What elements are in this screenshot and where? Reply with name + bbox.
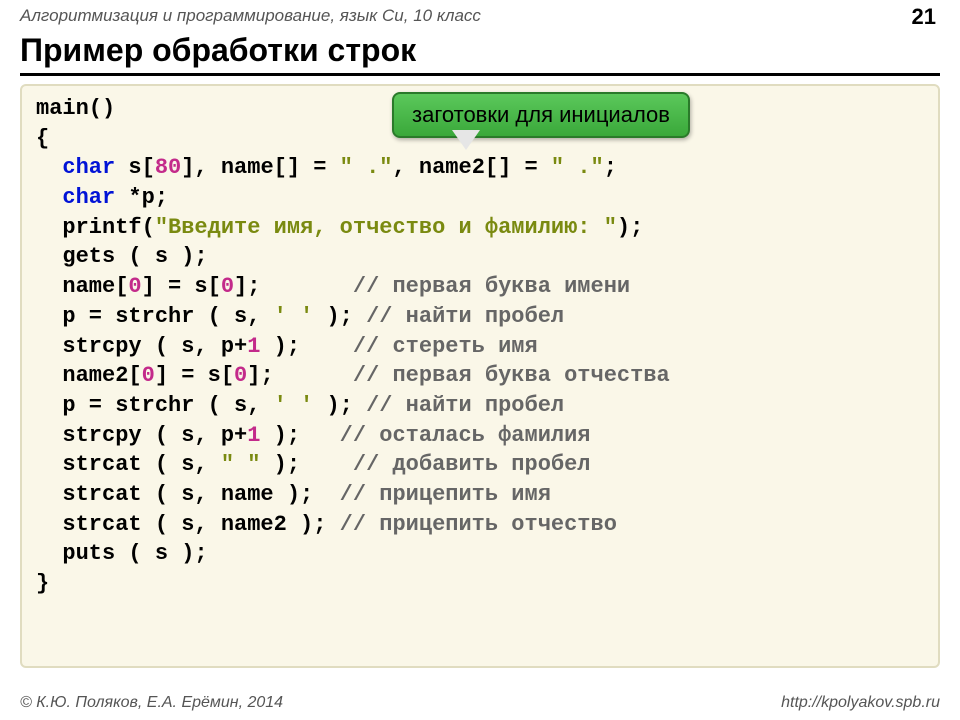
code-line: main() xyxy=(36,96,115,121)
slide-title: Пример обработки строк xyxy=(20,32,940,76)
footer: © К.Ю. Поляков, Е.А. Ерёмин, 2014 http:/… xyxy=(20,694,940,712)
copyright: © К.Ю. Поляков, Е.А. Ерёмин, 2014 xyxy=(20,694,283,711)
page-number: 21 xyxy=(912,4,936,30)
code-line: puts ( s ); xyxy=(36,541,208,566)
callout-pointer xyxy=(452,130,480,150)
code-line: gets ( s ); xyxy=(36,244,208,269)
code-block: main() { char s[80], name[] = " .", name… xyxy=(20,84,940,668)
code-line: } xyxy=(36,571,49,596)
code-line: { xyxy=(36,126,49,151)
callout-label: заготовки для инициалов xyxy=(392,92,690,138)
course-header: Алгоритмизация и программирование, язык … xyxy=(0,0,960,30)
url: http://kpolyakov.spb.ru xyxy=(781,694,940,712)
